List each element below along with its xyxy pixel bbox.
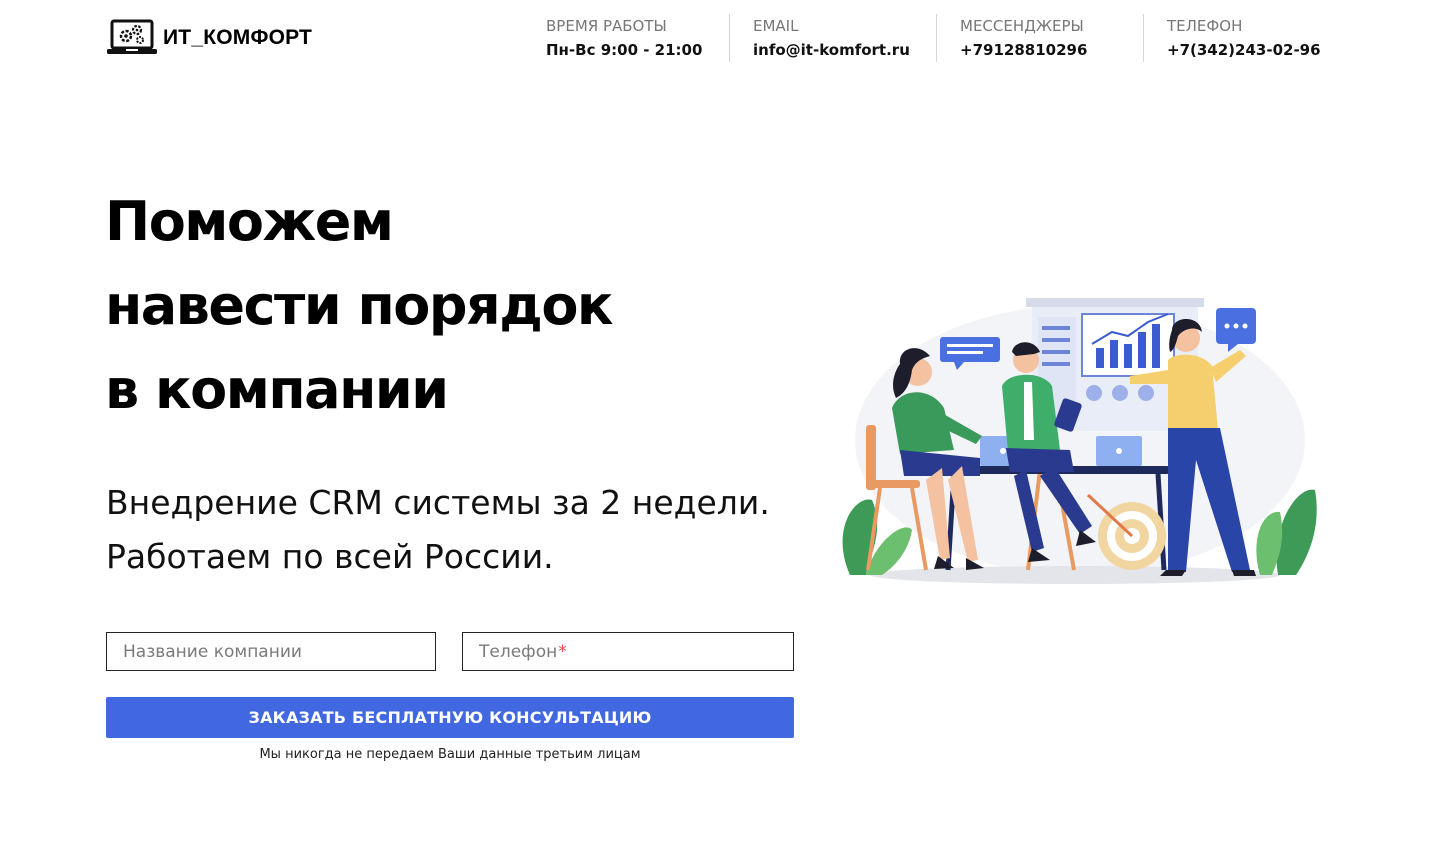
- hero-title-line: навести порядок: [105, 274, 614, 337]
- company-name-placeholder: Название компании: [123, 641, 302, 662]
- privacy-note: Мы никогда не передаем Ваши данные треть…: [259, 747, 641, 762]
- logo-text: ИТ_КОМФОРТ: [163, 26, 313, 49]
- phone-placeholder: Телефон: [479, 641, 558, 662]
- messengers-link[interactable]: +79128810296: [960, 38, 1087, 62]
- email-label: EMAIL: [753, 17, 799, 35]
- email-block: EMAIL info@it-komfort.ru: [729, 14, 910, 62]
- phone-input[interactable]: Телефон *: [462, 632, 794, 671]
- landing-page: ИТ_КОМФОРТ ВРЕМЯ РАБОТЫ Пн-Вс 9:00 - 21:…: [0, 0, 1433, 843]
- team-meeting-illustration: [842, 298, 1317, 584]
- messengers-block: МЕССЕНДЖЕРЫ +79128810296: [936, 14, 1087, 62]
- phone-label: ТЕЛЕФОН: [1167, 17, 1243, 35]
- working-hours-block: ВРЕМЯ РАБОТЫ Пн-Вс 9:00 - 21:00: [546, 14, 702, 62]
- laptop-gears-icon: [107, 19, 157, 54]
- required-mark: *: [558, 641, 567, 662]
- hero-title: Поможем навести порядок в компании: [105, 180, 614, 432]
- company-name-input[interactable]: Название компании: [106, 632, 436, 671]
- free-consultation-button[interactable]: ЗАКАЗАТЬ БЕСПЛАТНУЮ КОНСУЛЬТАЦИЮ: [106, 697, 794, 738]
- hero-title-line: в компании: [105, 358, 449, 421]
- hero-subtitle-line: Работаем по всей России.: [106, 537, 554, 576]
- working-hours-label: ВРЕМЯ РАБОТЫ: [546, 17, 667, 35]
- phone-link[interactable]: +7(342)243-02-96: [1167, 38, 1321, 62]
- hero-subtitle-line: Внедрение CRM системы за 2 недели.: [106, 483, 770, 522]
- email-link[interactable]: info@it-komfort.ru: [753, 38, 910, 62]
- hero-title-line: Поможем: [105, 190, 394, 253]
- hero-subtitle: Внедрение CRM системы за 2 недели. Работ…: [106, 476, 770, 584]
- working-hours-value: Пн-Вс 9:00 - 21:00: [546, 41, 703, 59]
- phone-block: ТЕЛЕФОН +7(342)243-02-96: [1143, 14, 1321, 62]
- logo[interactable]: ИТ_КОМФОРТ: [106, 18, 312, 58]
- messengers-label: МЕССЕНДЖЕРЫ: [960, 17, 1084, 35]
